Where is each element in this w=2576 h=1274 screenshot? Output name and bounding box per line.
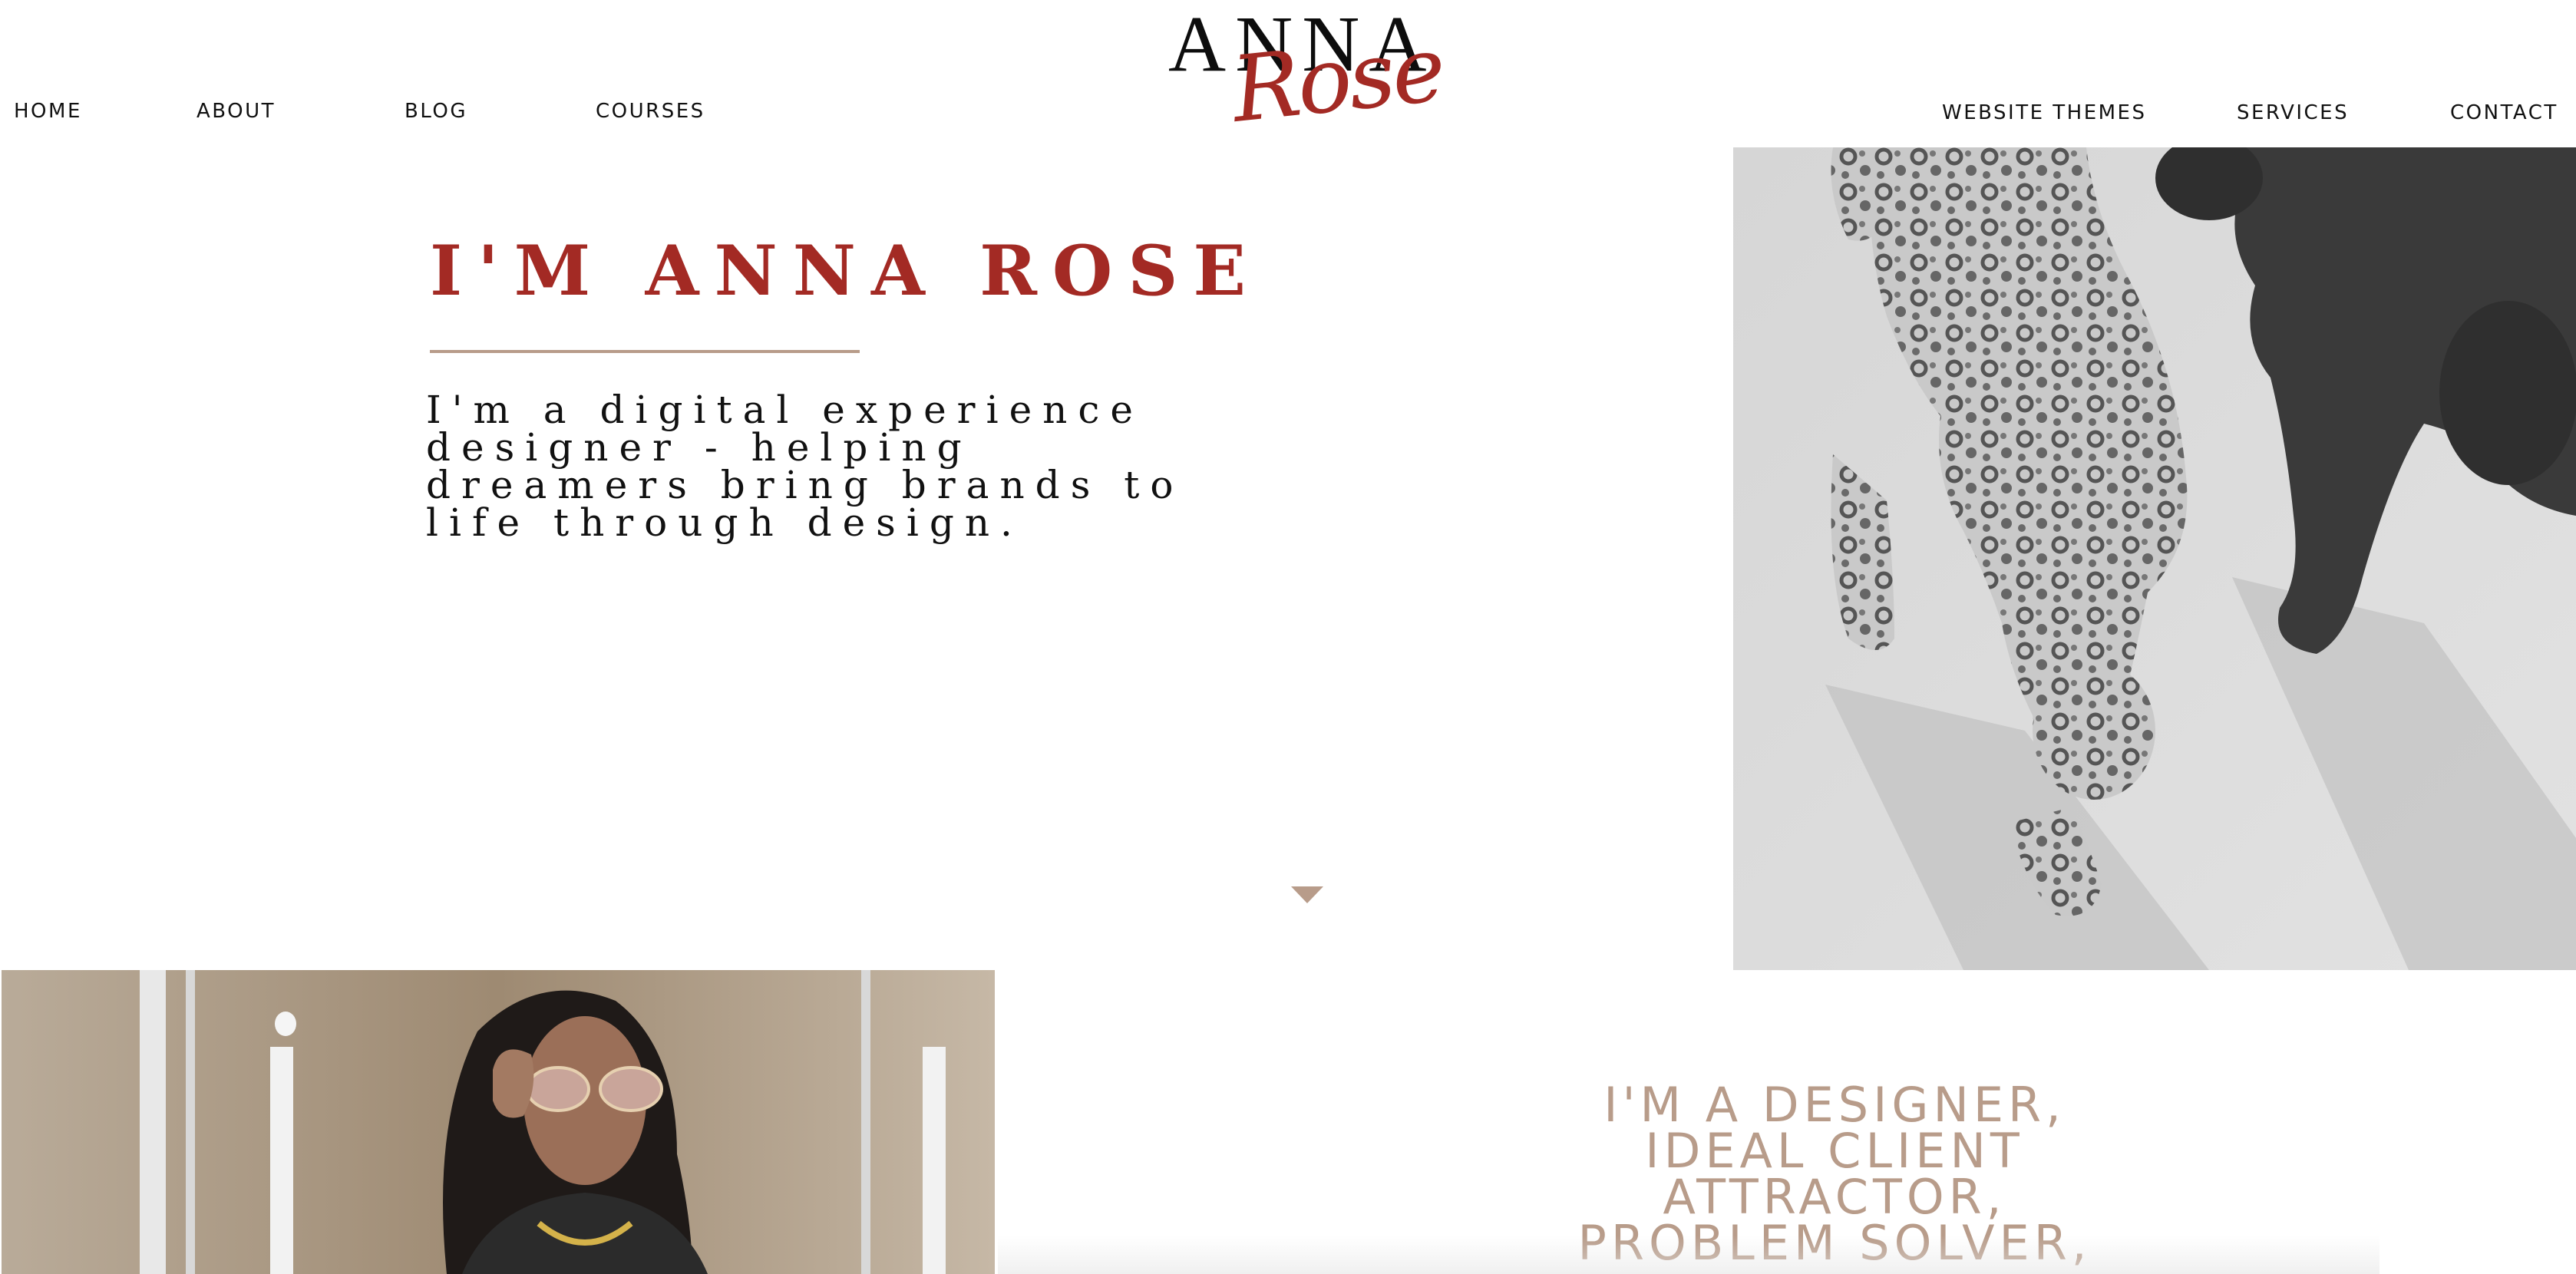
nav-about-link[interactable]: ABOUT xyxy=(197,100,276,123)
nav-courses-link[interactable]: COURSES xyxy=(596,100,705,123)
hero-divider xyxy=(430,350,860,353)
hero-intro: I'm a digital experience designer - help… xyxy=(426,388,1184,545)
nav-services-link[interactable]: SERVICES xyxy=(2237,101,2349,124)
nav-contact-link[interactable]: CONTACT xyxy=(2450,101,2558,124)
section-shadow xyxy=(998,1236,2379,1274)
logo-script: Rose xyxy=(1227,15,1448,143)
hero-title: I'M ANNA ROSE xyxy=(430,230,1261,312)
heading-line: I'M A DESIGNER, xyxy=(1603,1077,2066,1133)
chevron-down-icon[interactable] xyxy=(1291,886,1323,903)
nav-website-themes-link[interactable]: WEBSITE THEMES xyxy=(1942,101,2147,124)
site-logo[interactable]: ANNA Rose xyxy=(1151,0,1448,153)
nav-home-link[interactable]: HOME xyxy=(14,100,82,123)
jaguars-photo xyxy=(1733,147,2576,970)
portrait-photo xyxy=(2,970,995,1274)
heading-line: IDEAL CLIENT xyxy=(1645,1123,2024,1179)
heading-line: ATTRACTOR, xyxy=(1663,1169,2006,1225)
nav-blog-link[interactable]: BLOG xyxy=(405,100,467,123)
